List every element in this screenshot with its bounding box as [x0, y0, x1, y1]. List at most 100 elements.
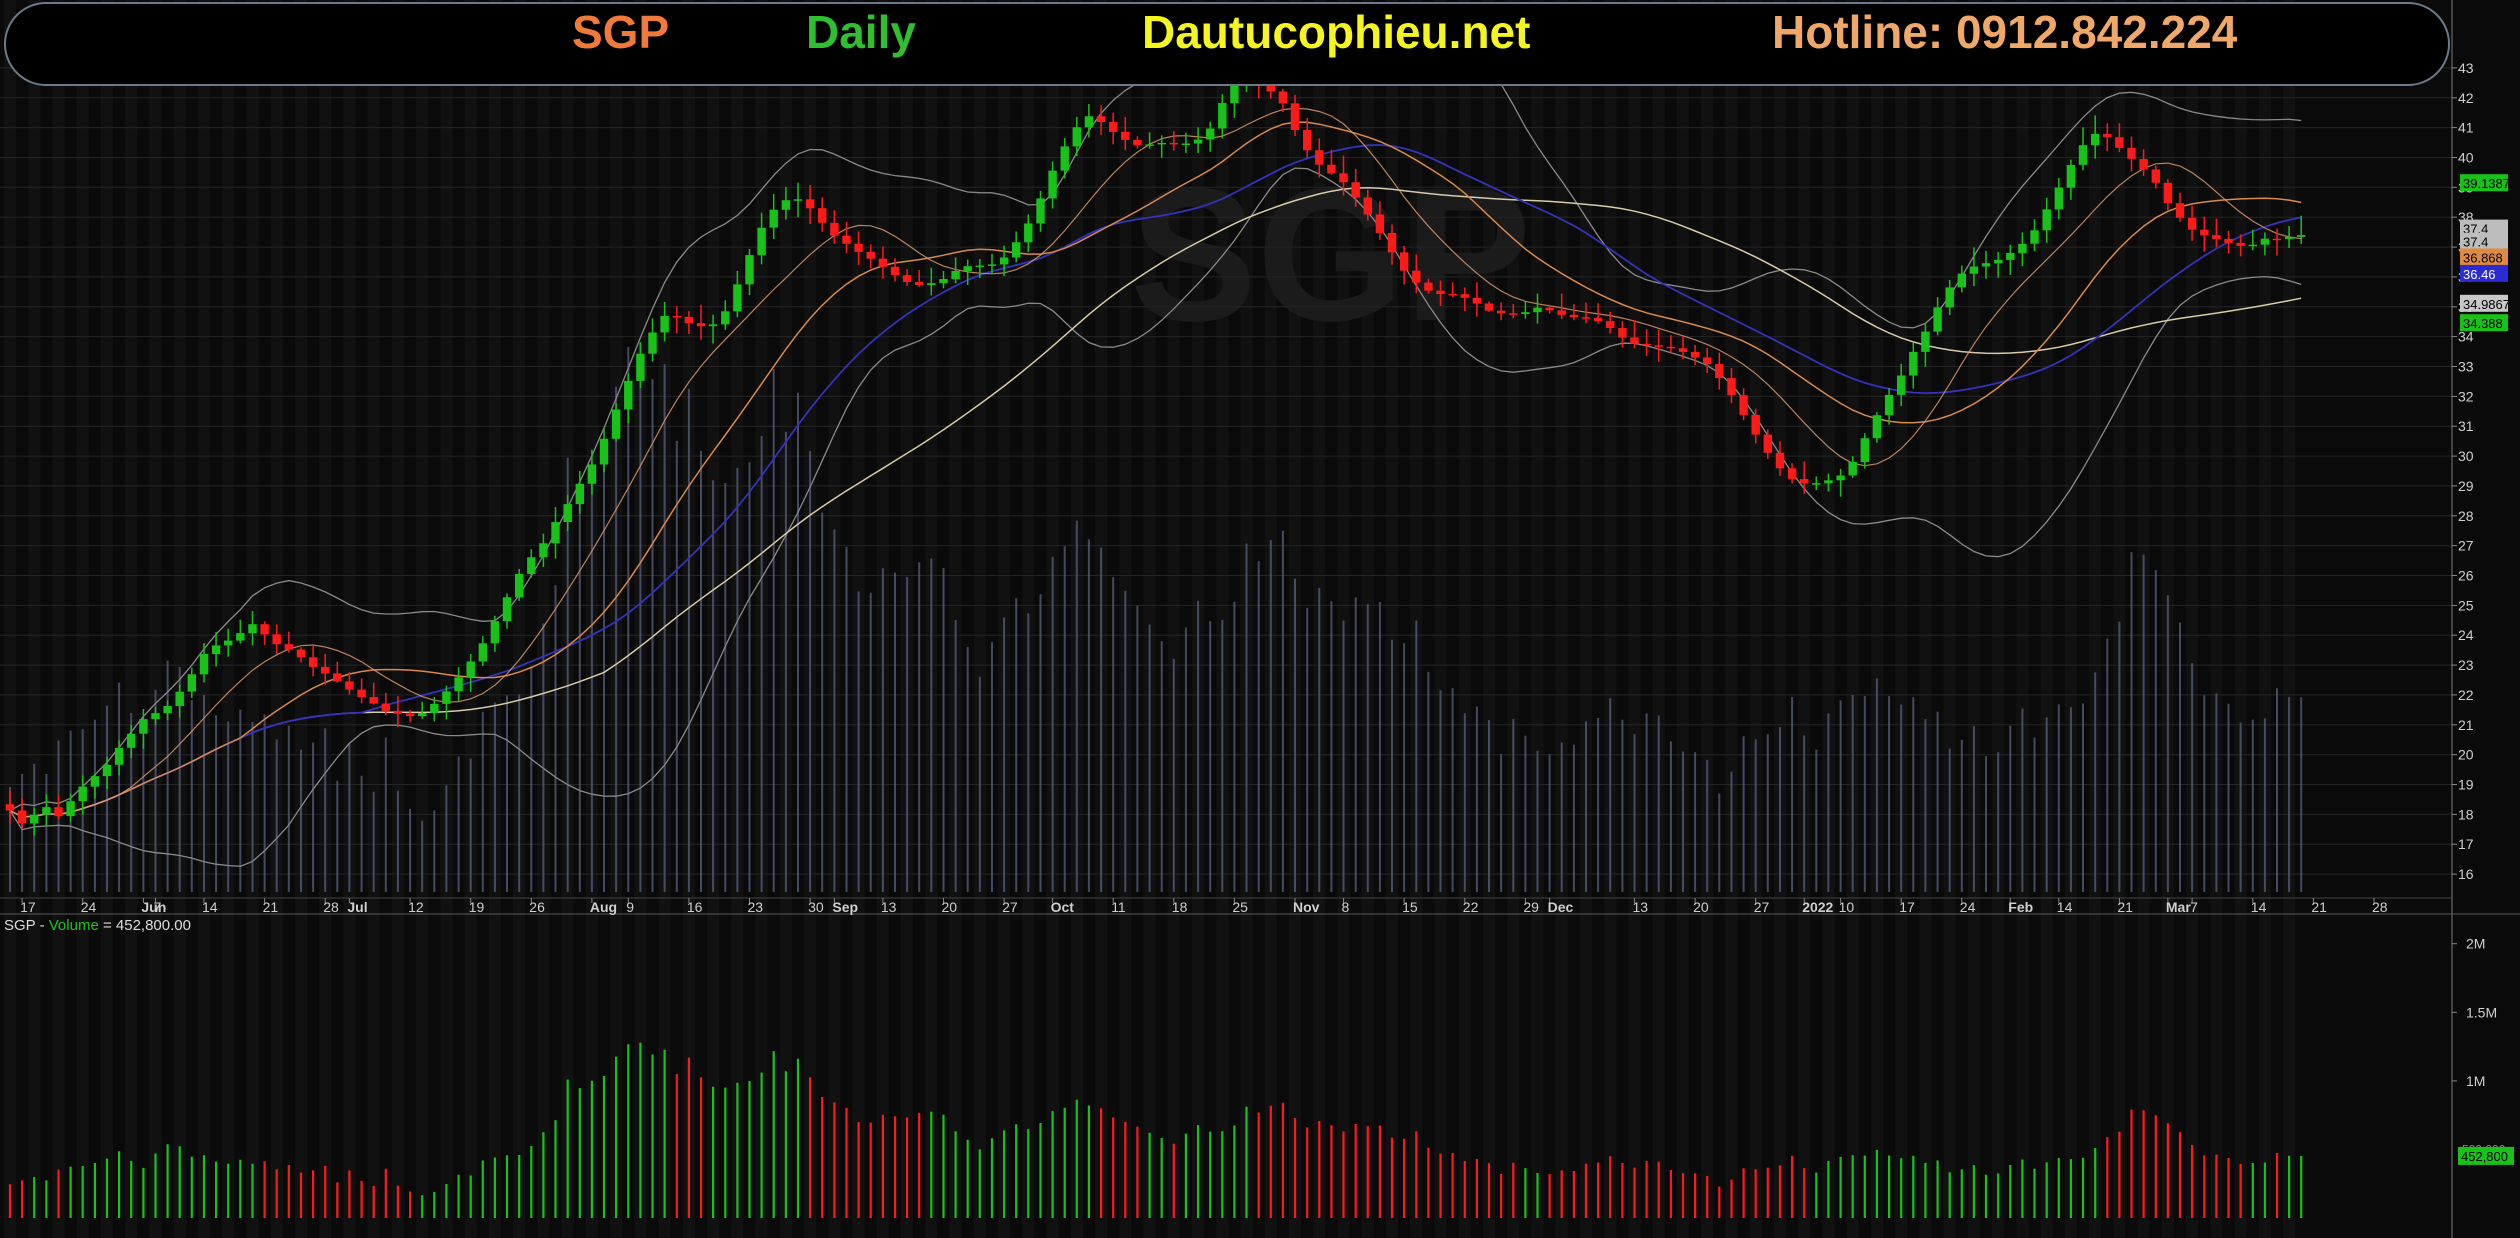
- date-tick-label: 14: [202, 899, 218, 915]
- candle-body: [114, 747, 124, 765]
- candle-body: [2042, 209, 2051, 231]
- candle-body: [1206, 128, 1215, 140]
- candle-body: [2066, 165, 2076, 188]
- candle-body: [1593, 317, 1603, 322]
- candle-body: [1642, 343, 1651, 346]
- volume-pane-label: SGP - Volume = 452,800.00: [4, 917, 191, 934]
- date-tick-label: 17: [1899, 899, 1915, 915]
- day-band: [1895, 0, 1908, 1238]
- day-band: [2186, 0, 2199, 1238]
- candle-body: [793, 199, 803, 201]
- day-band: [3, 0, 17, 1238]
- day-band: [270, 0, 283, 1238]
- candle-body: [1606, 321, 1615, 328]
- candle-body: [175, 691, 184, 706]
- date-tick-label: 27: [1002, 899, 1018, 915]
- day-band: [973, 0, 986, 1238]
- candle-body: [1957, 273, 1966, 288]
- day-band: [173, 0, 186, 1238]
- candle-body: [1751, 414, 1760, 435]
- candle-body: [66, 801, 75, 817]
- date-tick-label: 7: [154, 899, 162, 915]
- candle-body: [2297, 235, 2306, 237]
- candle-body: [430, 703, 439, 714]
- candle-body: [915, 282, 924, 285]
- day-band: [949, 0, 962, 1238]
- candle-body: [745, 255, 754, 285]
- candle-body: [1703, 357, 1712, 365]
- candle-body: [1557, 310, 1566, 315]
- date-tick-label: 21: [2311, 899, 2327, 915]
- price-tick-label: 16: [2458, 866, 2474, 882]
- banner-period: Daily: [806, 6, 916, 58]
- candle-body: [1024, 223, 1033, 243]
- candle-body: [757, 227, 766, 256]
- candle-body: [393, 710, 403, 714]
- candle-body: [963, 266, 972, 271]
- date-tick-label: Sep: [832, 899, 858, 915]
- candle-body: [1812, 483, 1821, 485]
- price-volume-chart[interactable]: SGP 16 17 18 19 20 21 22 23 24 25 26 27 28 29 30 31 32 33…: [0, 0, 2520, 1238]
- price-tick-label: 21: [2458, 717, 2474, 733]
- day-band: [440, 0, 453, 1238]
- date-tick-label: 24: [1960, 899, 1976, 915]
- candle-body: [890, 266, 900, 276]
- candle-body: [1884, 394, 1894, 416]
- candle-body: [684, 316, 694, 324]
- candle-body: [284, 644, 293, 650]
- candle-body: [478, 643, 487, 662]
- candle-body: [17, 810, 27, 824]
- candle-body: [1181, 143, 1191, 145]
- candle-body: [2054, 187, 2063, 210]
- candle-body: [151, 713, 160, 720]
- day-band: [2040, 0, 2053, 1238]
- candle-body: [1036, 198, 1045, 224]
- candle-body: [454, 677, 463, 692]
- candle-body: [842, 235, 851, 244]
- candle-body: [2078, 145, 2088, 165]
- day-band: [1555, 0, 1568, 1238]
- candle-body: [1315, 150, 1324, 165]
- price-tick-label: 27: [2458, 538, 2474, 554]
- date-tick-label: 29: [1523, 899, 1539, 915]
- date-tick-label: 2022: [1802, 899, 1833, 915]
- candle-body: [369, 697, 378, 704]
- banner-site: Dautucophieu.net: [1142, 6, 1531, 58]
- banner-symbol: SGP: [572, 6, 670, 58]
- candle-body: [127, 733, 136, 748]
- candle-body: [102, 764, 112, 777]
- day-band: [416, 0, 429, 1238]
- day-band: [1798, 0, 1811, 1238]
- candle-body: [466, 661, 475, 678]
- candle-body: [1484, 303, 1494, 311]
- price-tick-label: 31: [2458, 418, 2474, 434]
- date-tick-label: 28: [2372, 899, 2388, 915]
- candle-body: [1824, 480, 1833, 484]
- candle-body: [248, 624, 257, 634]
- day-band: [1822, 0, 1835, 1238]
- price-tick-label: 18: [2458, 806, 2474, 822]
- candle-body: [78, 786, 87, 802]
- candle-body: [999, 257, 1009, 265]
- volume-label-separator: -: [35, 917, 49, 934]
- candle-body: [442, 691, 451, 704]
- date-tick-label: 28: [323, 899, 339, 915]
- candle-body: [1897, 375, 1906, 395]
- candle-body: [5, 804, 15, 811]
- date-tick-label: Nov: [1293, 899, 1320, 915]
- date-tick-label: Oct: [1051, 899, 1075, 915]
- day-band: [1604, 0, 1617, 1238]
- candle-body: [1109, 122, 1118, 132]
- candle-body: [1872, 415, 1882, 439]
- candle-body: [1533, 307, 1542, 313]
- day-band: [100, 0, 113, 1238]
- candle-body: [1133, 139, 1142, 146]
- candle-body: [1375, 214, 1385, 233]
- price-tick-label: 30: [2458, 448, 2474, 464]
- candle-body: [296, 649, 306, 658]
- date-tick-label: Feb: [2008, 899, 2033, 915]
- date-tick-label: 21: [263, 899, 279, 915]
- candle-body: [30, 814, 39, 824]
- day-band: [2089, 0, 2102, 1238]
- candle-body: [1787, 468, 1797, 479]
